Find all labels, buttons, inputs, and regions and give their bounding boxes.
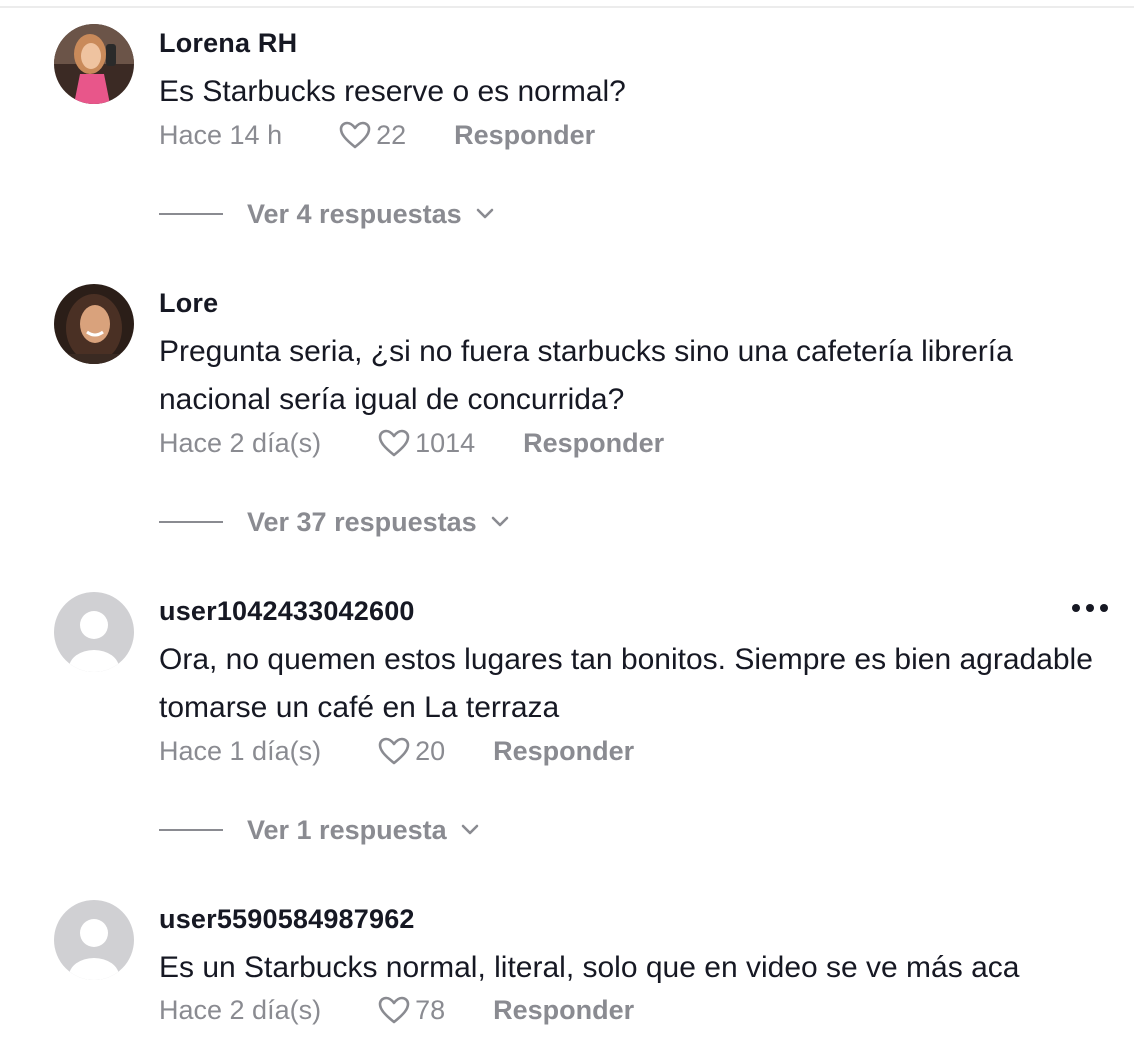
replies-divider (159, 829, 223, 831)
comment-text: Ora, no quemen estos lugares tan bonitos… (159, 643, 1093, 724)
like-count: 22 (376, 119, 407, 150)
comment-username[interactable]: Lore (159, 288, 218, 319)
comment-username[interactable]: user5590584987962 (159, 904, 415, 935)
replies-divider (159, 213, 223, 215)
comment-text: Pregunta seria, ¿si no fuera starbucks s… (159, 335, 1013, 416)
chevron-down-icon (461, 824, 479, 836)
heart-outline-icon (378, 996, 410, 1024)
comment-time: Hace 14 h (159, 119, 283, 150)
avatar[interactable] (54, 24, 134, 104)
reply-button[interactable]: Responder (493, 736, 634, 767)
avatar[interactable] (54, 900, 134, 980)
more-options-button[interactable] (1072, 604, 1108, 612)
like-button[interactable]: 1014 (377, 428, 475, 459)
reply-button[interactable]: Responder (493, 995, 634, 1026)
view-replies-label: Ver 37 respuestas (247, 506, 477, 537)
like-count: 20 (415, 735, 446, 766)
heart-outline-icon (339, 121, 371, 149)
view-replies-label: Ver 4 respuestas (247, 198, 462, 229)
comment-item: Lore Pregunta seria, ¿si no fuera starbu… (0, 284, 1134, 537)
chevron-down-icon (491, 516, 509, 528)
view-replies-label: Ver 1 respuesta (247, 814, 447, 845)
comment-item: user5590584987962 Es un Starbucks normal… (0, 900, 1134, 1050)
comment-time: Hace 2 día(s) (159, 427, 322, 458)
comment-username[interactable]: user1042433042600 (159, 596, 415, 627)
comment-text: Es un Starbucks normal, literal, solo qu… (159, 951, 1020, 984)
view-replies-button[interactable]: Ver 4 respuestas (159, 194, 494, 234)
view-replies-button[interactable]: Ver 1 respuesta (159, 810, 479, 850)
comment-meta: Hace 1 día(s) 20 Responder (159, 731, 634, 771)
top-divider (0, 0, 1134, 8)
chevron-down-icon (476, 208, 494, 220)
comment-meta: Hace 14 h 22 Responder (159, 115, 595, 155)
reply-button[interactable]: Responder (454, 120, 595, 151)
comment-text: Es Starbucks reserve o es normal? (159, 75, 626, 108)
avatar[interactable] (54, 284, 134, 364)
comment-time: Hace 2 día(s) (159, 994, 322, 1025)
comment-username[interactable]: Lorena RH (159, 28, 297, 59)
comment-meta: Hace 2 día(s) 1014 Responder (159, 423, 664, 463)
comment-item: user1042433042600 Ora, no quemen estos l… (0, 592, 1134, 845)
reply-button[interactable]: Responder (523, 428, 664, 459)
like-count: 78 (415, 994, 446, 1025)
heart-outline-icon (378, 429, 410, 457)
more-horizontal-icon (1072, 604, 1080, 612)
like-button[interactable]: 20 (377, 736, 445, 767)
replies-divider (159, 521, 223, 523)
comment-item: Lorena RH Es Starbucks reserve o es norm… (0, 24, 1134, 229)
like-count: 1014 (415, 427, 476, 458)
avatar[interactable] (54, 592, 134, 672)
like-button[interactable]: 78 (377, 995, 445, 1026)
like-button[interactable]: 22 (338, 120, 406, 151)
comment-meta: Hace 2 día(s) 78 Responder (159, 990, 634, 1030)
heart-outline-icon (378, 737, 410, 765)
comment-time: Hace 1 día(s) (159, 735, 322, 766)
view-replies-button[interactable]: Ver 37 respuestas (159, 502, 509, 542)
